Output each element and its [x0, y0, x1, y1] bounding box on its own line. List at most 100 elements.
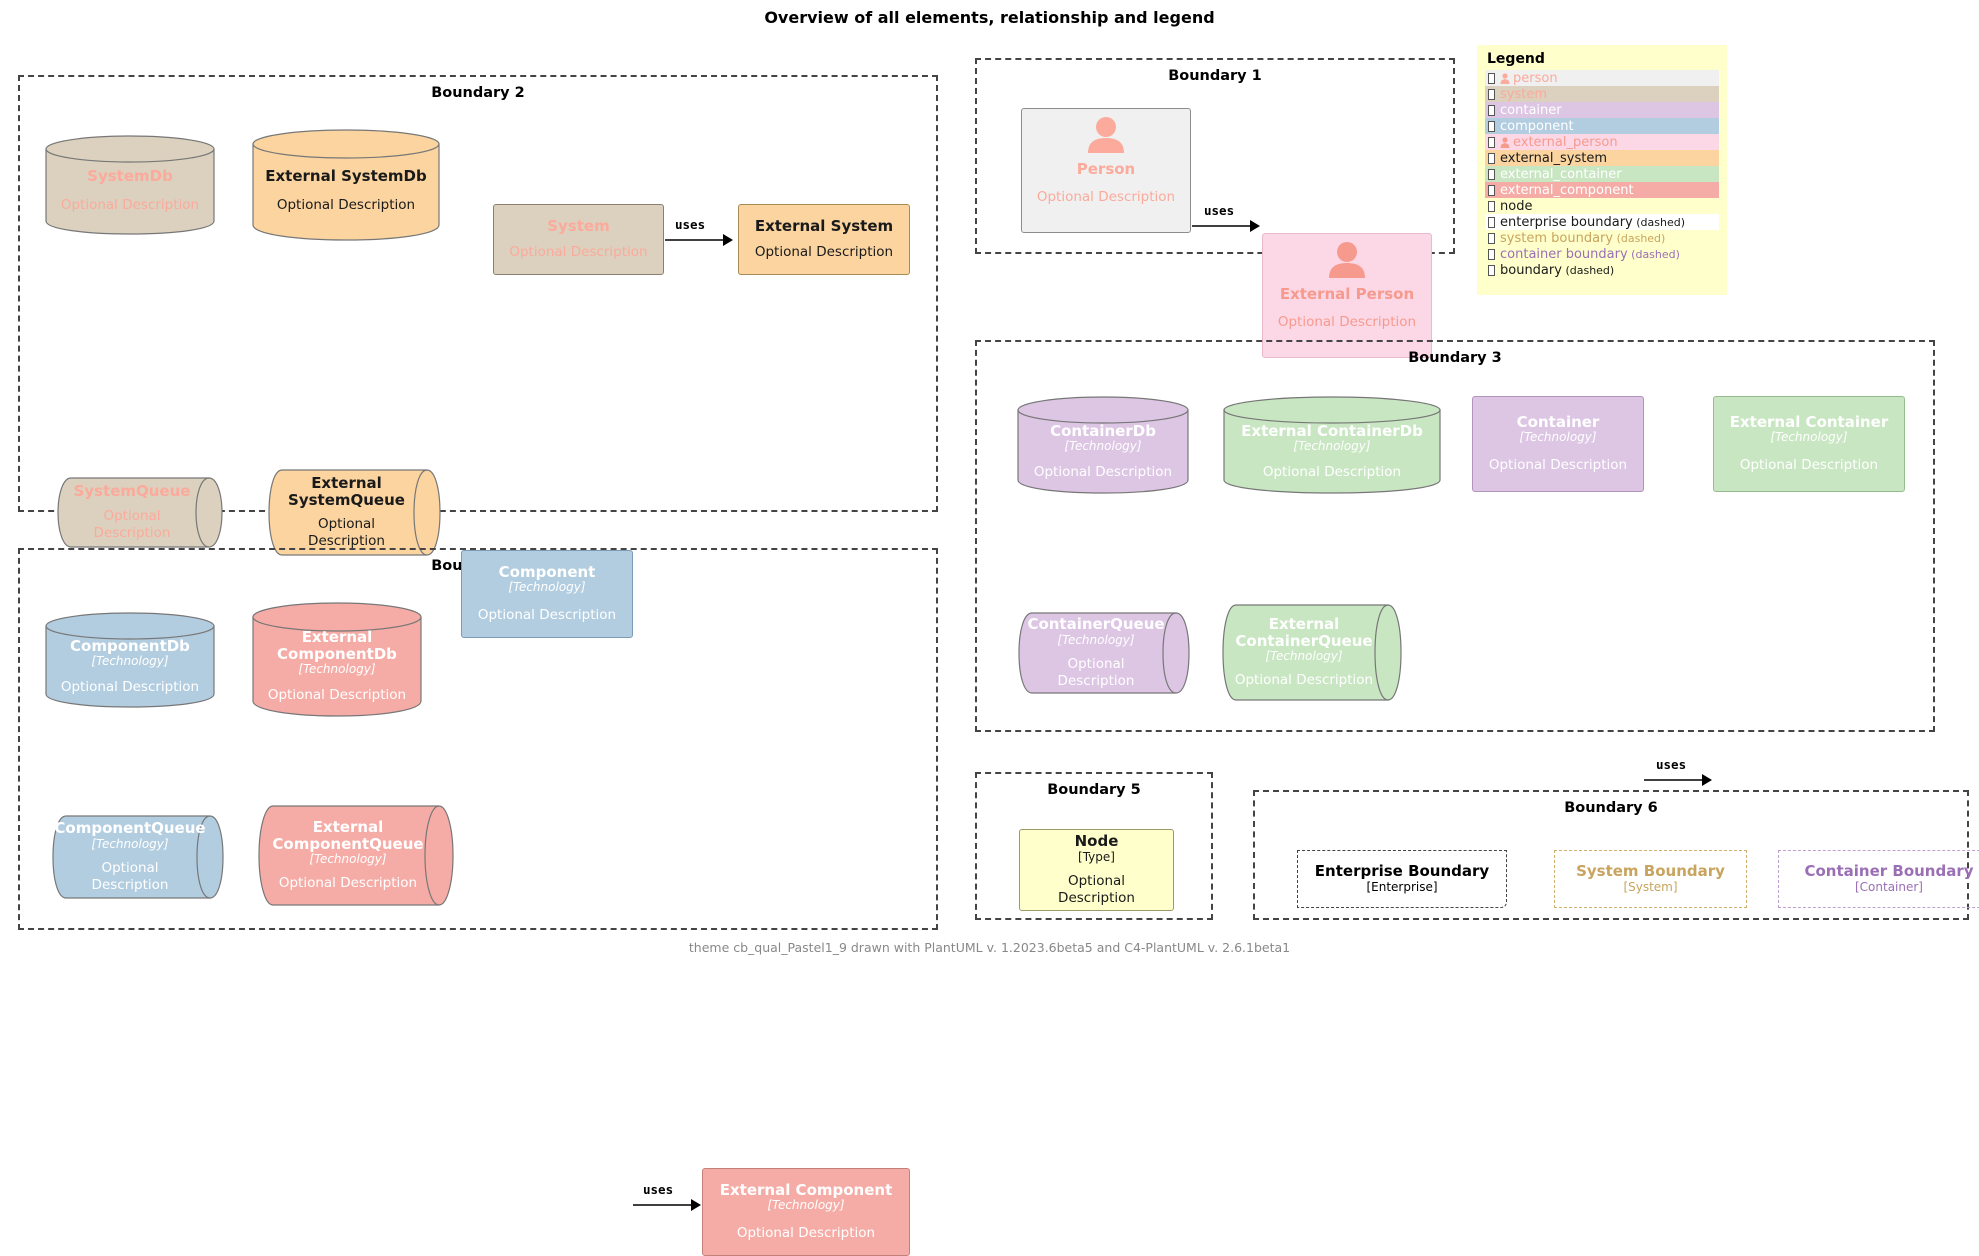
- relationship-label: uses: [1656, 757, 1687, 772]
- node-desc: Optional Description: [60, 196, 200, 213]
- legend-item-external-system: external_system: [1485, 150, 1719, 166]
- legend-swatch-icon: [1488, 120, 1495, 132]
- node-tech: [Technology]: [1519, 430, 1597, 445]
- nested-boundary-type: [System]: [1623, 879, 1678, 894]
- node-external-component-queue[interactable]: External ComponentQueue [Technology] Opt…: [258, 805, 454, 906]
- node-name: External ComponentQueue: [272, 817, 424, 853]
- boundary-2: Boundary 2 SystemDb Optional Description…: [18, 75, 938, 556]
- node-desc: Optional Description: [509, 244, 648, 261]
- node-name: SystemDb: [87, 167, 173, 186]
- boundary-5-label: Boundary 5: [1047, 782, 1141, 798]
- boundary-5: Boundary 5 Node [Type] Optional Descript…: [975, 772, 1213, 920]
- legend-swatch-icon: [1488, 232, 1495, 244]
- footer-note: theme cb_qual_Pastel1_9 drawn with Plant…: [688, 940, 1291, 955]
- node-tech: [Technology]: [91, 654, 169, 669]
- legend-item-component: component: [1485, 118, 1719, 134]
- node-external-container[interactable]: External Container [Technology] Optional…: [1713, 396, 1905, 492]
- node-container-db[interactable]: ContainerDb [Technology] Optional Descri…: [1017, 396, 1189, 494]
- node-container-queue[interactable]: ContainerQueue [Technology] Optional Des…: [1018, 612, 1190, 694]
- legend-item-person: person: [1485, 70, 1719, 86]
- legend-swatch-icon: [1488, 216, 1495, 228]
- legend-item-label: external_container: [1500, 166, 1622, 182]
- node-desc: Optional Description: [1036, 189, 1176, 206]
- node-desc: Optional Description: [477, 607, 617, 624]
- node-name: Node: [1074, 832, 1119, 851]
- node-component[interactable]: Component [Technology] Optional Descript…: [461, 550, 633, 638]
- node-person[interactable]: Person Optional Description: [1021, 108, 1191, 233]
- legend-item-system-boundary: system boundary (dashed): [1485, 230, 1719, 246]
- legend-swatch-icon: [1488, 72, 1495, 84]
- node-desc: Optional Description: [93, 508, 171, 541]
- legend-swatch-icon: [1488, 152, 1495, 164]
- node-external-component[interactable]: External Component [Technology] Optional…: [702, 1168, 910, 1256]
- legend-item-container-boundary: container boundary (dashed): [1485, 246, 1719, 262]
- node-tech: [Technology]: [1293, 439, 1371, 454]
- legend-swatch-icon: [1488, 248, 1495, 260]
- node-external-component-db[interactable]: External ComponentDb [Technology] Option…: [252, 602, 422, 717]
- node-system-db[interactable]: SystemDb Optional Description: [45, 135, 215, 235]
- legend-swatch-icon: [1488, 104, 1495, 116]
- node-name: External Component: [719, 1180, 893, 1199]
- legend-swatch-icon: [1488, 136, 1495, 148]
- node-name: ComponentDb: [70, 636, 190, 655]
- relationship-label: uses: [643, 1182, 674, 1197]
- node-tech: [Type]: [1078, 850, 1115, 865]
- nested-boundary-enterprise[interactable]: Enterprise Boundary [Enterprise]: [1297, 850, 1507, 908]
- legend-rows: person system container component external_p…: [1485, 70, 1719, 278]
- node-component-db[interactable]: ComponentDb [Technology] Optional Descri…: [45, 612, 215, 708]
- nested-boundary-title: Enterprise Boundary: [1314, 861, 1490, 880]
- node-desc: Optional Description: [1057, 656, 1135, 689]
- node-external-container-queue[interactable]: External ContainerQueue [Technology] Opt…: [1222, 604, 1402, 701]
- nested-boundary-system[interactable]: System Boundary [System]: [1554, 850, 1747, 908]
- nested-boundary-title: Container Boundary: [1804, 861, 1974, 880]
- legend-swatch-icon: [1488, 200, 1495, 212]
- legend-title: Legend: [1487, 51, 1545, 67]
- legend-item-label: enterprise boundary (dashed): [1500, 214, 1685, 230]
- node-container[interactable]: Container [Technology] Optional Descript…: [1472, 396, 1644, 492]
- node-node[interactable]: Node [Type] Optional Description: [1019, 829, 1174, 911]
- legend-swatch-icon: [1488, 264, 1495, 276]
- legend-swatch-icon: [1488, 184, 1495, 196]
- boundary-1-label: Boundary 1: [1168, 68, 1262, 84]
- node-tech: [Technology]: [508, 580, 586, 595]
- node-name: External SystemQueue: [288, 473, 405, 509]
- person-icon: [1329, 242, 1365, 278]
- node-external-system-db[interactable]: External SystemDb Optional Description: [252, 129, 440, 241]
- legend-item-suffix: (dashed): [1632, 215, 1685, 229]
- node-name: ComponentQueue: [54, 819, 206, 838]
- boundary-6-label: Boundary 6: [1564, 800, 1658, 816]
- node-external-system-queue[interactable]: External SystemQueue Optional Descriptio…: [268, 469, 441, 556]
- node-system-queue[interactable]: SystemQueue Optional Description: [57, 477, 223, 548]
- node-system[interactable]: System Optional Description: [493, 204, 664, 275]
- relationship-component-uses-external-component: uses: [633, 1182, 701, 1214]
- page-title: Overview of all elements, relationship a…: [764, 8, 1215, 27]
- node-name: External Person: [1279, 284, 1415, 303]
- person-icon: [1500, 136, 1510, 148]
- node-name: Component: [498, 562, 596, 581]
- node-tech: [Technology]: [767, 1198, 845, 1213]
- node-desc: Optional Description: [1033, 464, 1173, 481]
- node-desc: Optional Description: [308, 516, 385, 550]
- node-name: External ContainerDb: [1241, 421, 1423, 440]
- nested-boundary-type: [Container]: [1854, 879, 1923, 894]
- nested-boundary-type: [Enterprise]: [1366, 879, 1438, 894]
- legend-item-label: system: [1500, 86, 1547, 102]
- node-desc: Optional Description: [1277, 314, 1417, 331]
- node-desc: Optional Description: [1739, 457, 1879, 474]
- relationship-label: uses: [675, 217, 706, 232]
- node-name: ContainerQueue: [1027, 615, 1165, 634]
- boundary-4: Boundary 4 ComponentDb [Technology] Opti…: [18, 548, 938, 1256]
- node-component-queue[interactable]: ComponentQueue [Technology] Optional Des…: [52, 815, 224, 899]
- node-external-system[interactable]: External System Optional Description: [738, 204, 910, 275]
- boundary-3-label: Boundary 3: [1408, 350, 1502, 366]
- node-name: External ComponentDb: [277, 627, 397, 663]
- node-desc: Optional Description: [91, 860, 169, 893]
- node-desc: Optional Description: [1262, 464, 1402, 481]
- legend-item-label: component: [1500, 118, 1574, 134]
- node-name: External SystemDb: [265, 167, 427, 186]
- node-tech: [Technology]: [1057, 633, 1135, 648]
- node-external-container-db[interactable]: External ContainerDb [Technology] Option…: [1223, 396, 1441, 494]
- relationship-container-uses-external-container: uses: [1644, 757, 1712, 789]
- nested-boundary-container[interactable]: Container Boundary [Container]: [1778, 850, 1979, 908]
- legend-item-label: external_system: [1500, 150, 1607, 166]
